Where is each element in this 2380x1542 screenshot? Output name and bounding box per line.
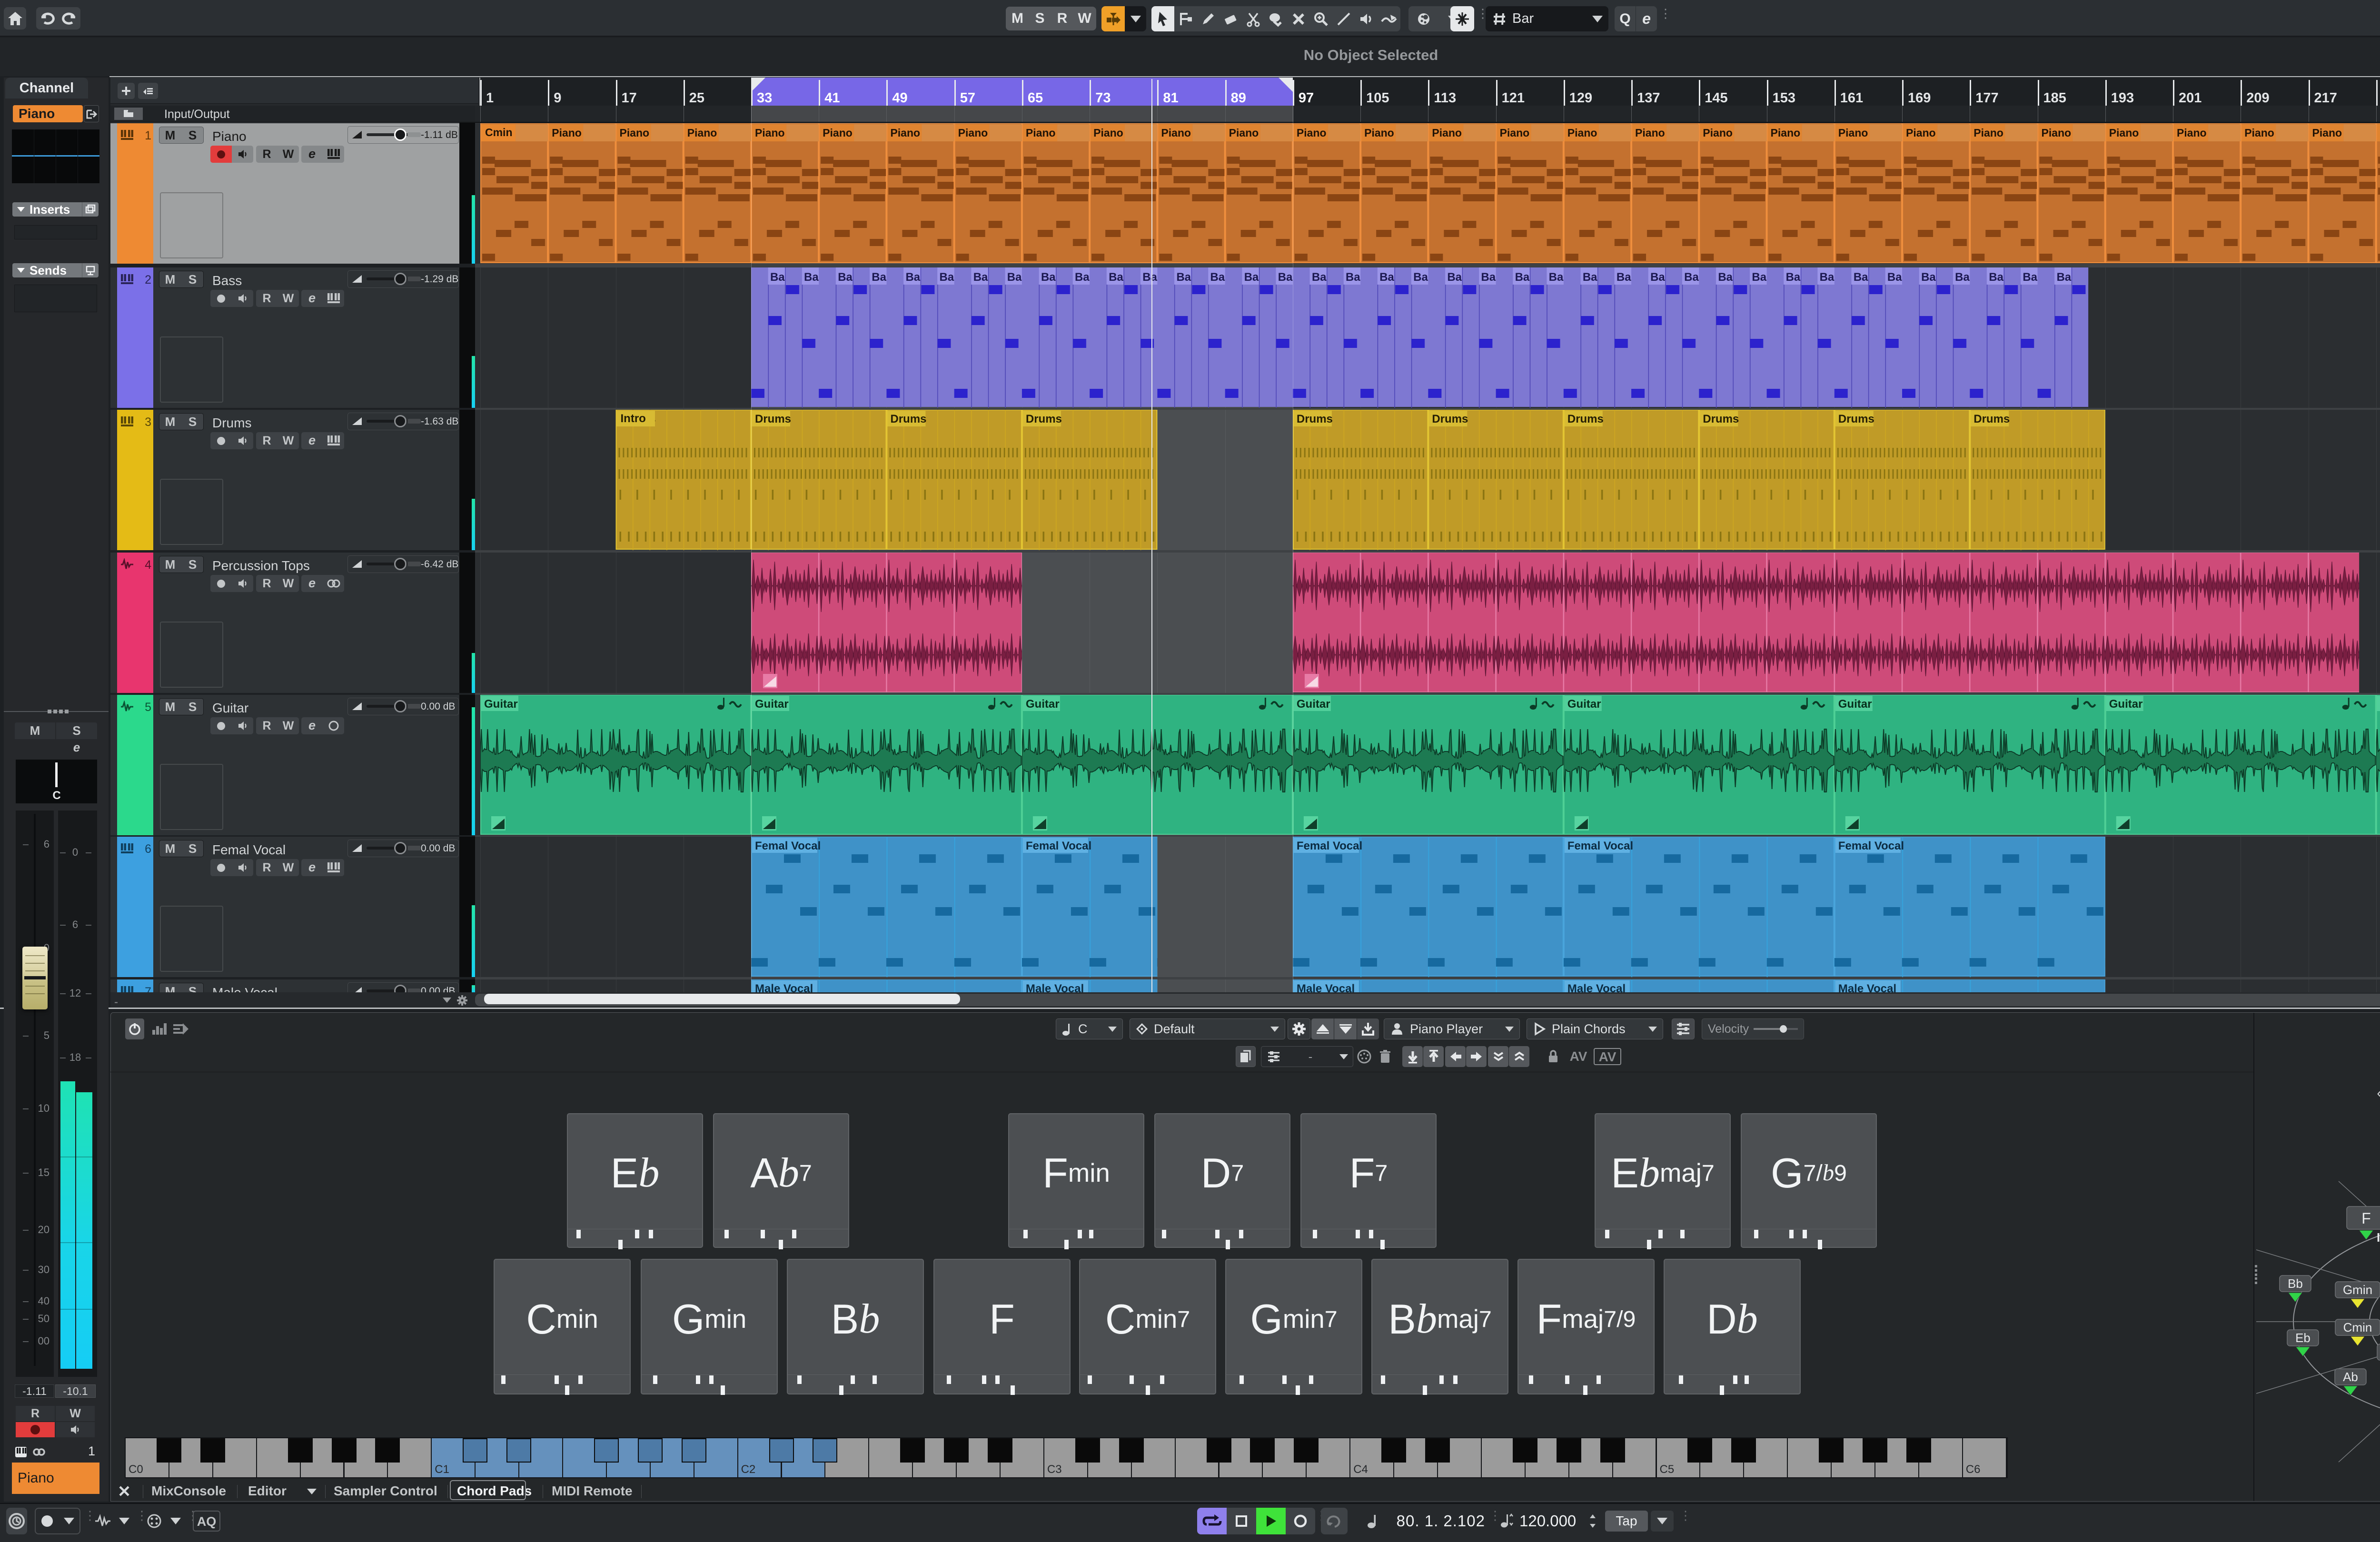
svg-text:Ab: Ab xyxy=(2343,1370,2358,1384)
svg-text:Eb: Eb xyxy=(2295,1331,2311,1345)
svg-text:Bb: Bb xyxy=(2288,1276,2303,1291)
svg-text:F: F xyxy=(2361,1210,2371,1227)
svg-text:Gmin: Gmin xyxy=(2343,1283,2372,1297)
svg-text:Cmin: Cmin xyxy=(2343,1320,2372,1334)
svg-text:IV: IV xyxy=(2377,1230,2380,1245)
